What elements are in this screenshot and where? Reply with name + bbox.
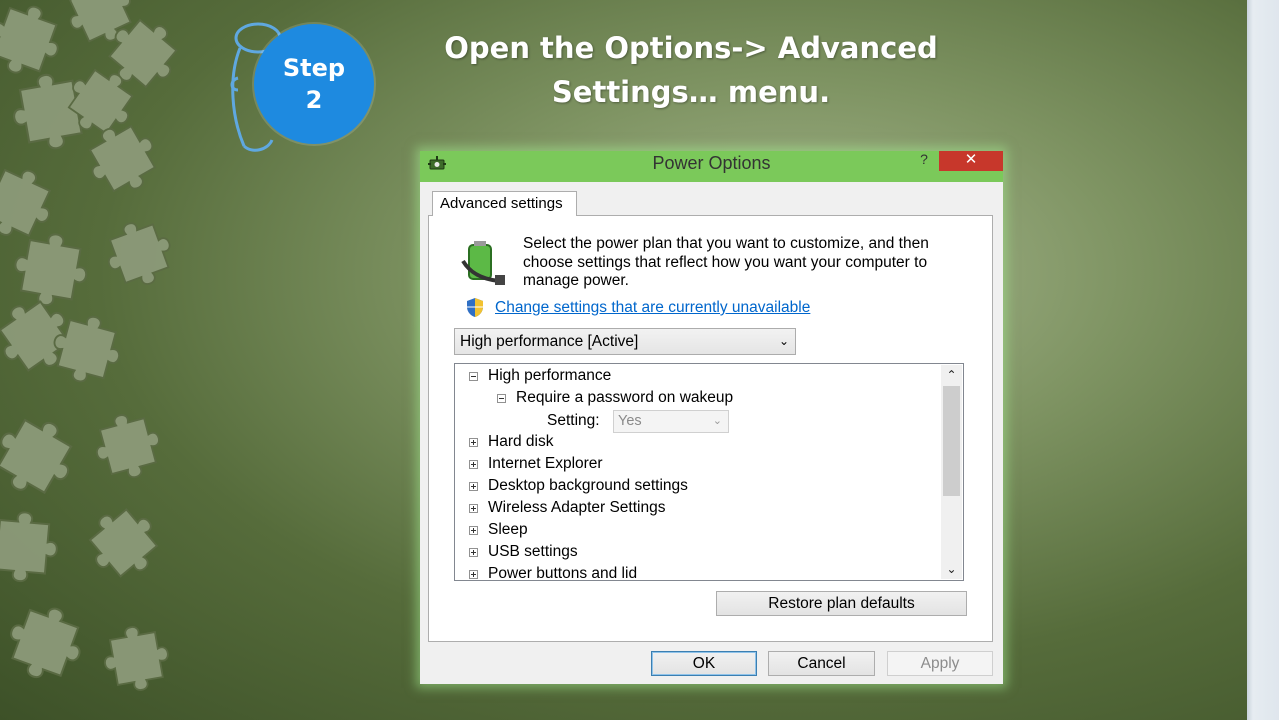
apply-button[interactable]: Apply [887, 651, 993, 676]
uac-shield-icon [467, 298, 483, 317]
setting-value: Yes [618, 413, 642, 429]
scroll-down-icon[interactable]: ⌄ [941, 559, 962, 579]
ok-button[interactable]: OK [651, 651, 757, 676]
settings-tree[interactable]: High performance Require a password on w… [454, 363, 964, 581]
dialog-titlebar[interactable]: Power Options ? ✕ [420, 151, 1003, 182]
tree-item-require-password[interactable]: Require a password on wakeup [497, 387, 733, 409]
headline-line-1: Open the Options-> Advanced [444, 31, 938, 65]
tree-item-usb-settings[interactable]: USB settings [469, 541, 578, 563]
step-badge: Step 2 [254, 24, 374, 144]
chevron-down-icon: ⌄ [712, 415, 722, 427]
setting-value-select[interactable]: Yes ⌄ [613, 410, 729, 433]
chevron-down-icon: ⌄ [778, 334, 789, 348]
slide-right-edge [1247, 0, 1279, 720]
collapse-icon[interactable] [497, 394, 506, 403]
expand-icon[interactable] [469, 482, 478, 491]
tree-item-desktop-background[interactable]: Desktop background settings [469, 475, 688, 497]
advanced-settings-page: Select the power plan that you want to c… [428, 215, 993, 642]
tree-item-label: Require a password on wakeup [516, 389, 734, 406]
tree-item-high-performance[interactable]: High performance [469, 365, 611, 387]
expand-icon[interactable] [469, 438, 478, 447]
step-number: 2 [305, 86, 323, 114]
help-button[interactable]: ? [914, 149, 934, 169]
expand-icon[interactable] [469, 526, 478, 535]
puzzle-decoration [0, 0, 191, 697]
change-settings-link[interactable]: Change settings that are currently unava… [495, 299, 810, 317]
slide-headline: Open the Options-> Advanced Settings… me… [430, 26, 952, 114]
expand-icon[interactable] [469, 570, 478, 579]
tree-scrollbar[interactable]: ⌃ ⌄ [941, 365, 962, 579]
tree-item-label: Power buttons and lid [488, 565, 638, 581]
power-plan-value: High performance [Active] [460, 333, 639, 350]
tree-item-sleep[interactable]: Sleep [469, 519, 528, 541]
tree-item-label: High performance [488, 367, 612, 384]
tree-item-wireless-adapter[interactable]: Wireless Adapter Settings [469, 497, 665, 519]
scroll-thumb[interactable] [943, 386, 960, 496]
tree-item-label: Sleep [488, 521, 528, 538]
collapse-icon[interactable] [469, 372, 478, 381]
cancel-button[interactable]: Cancel [768, 651, 875, 676]
expand-icon[interactable] [469, 548, 478, 557]
setting-label: Setting: [547, 412, 600, 429]
tree-item-label: USB settings [488, 543, 578, 560]
tree-item-power-buttons[interactable]: Power buttons and lid [469, 563, 638, 581]
step-label: Step [282, 54, 346, 82]
power-options-dialog: Power Options ? ✕ Advanced settings Sele… [420, 151, 1003, 684]
expand-icon[interactable] [469, 504, 478, 513]
tree-item-hard-disk[interactable]: Hard disk [469, 431, 553, 453]
dialog-client-area: Advanced settings Select the power plan … [420, 182, 1003, 684]
tree-item-internet-explorer[interactable]: Internet Explorer [469, 453, 603, 475]
tree-item-label: Wireless Adapter Settings [488, 499, 666, 516]
tree-item-label: Hard disk [488, 433, 554, 450]
power-plan-select[interactable]: High performance [Active] ⌄ [454, 328, 796, 355]
tree-item-label: Internet Explorer [488, 455, 603, 472]
tree-item-label: Desktop background settings [488, 477, 688, 494]
scroll-up-icon[interactable]: ⌃ [941, 365, 962, 385]
expand-icon[interactable] [469, 460, 478, 469]
intro-text: Select the power plan that you want to c… [523, 235, 929, 289]
headline-line-2: Settings… menu. [551, 75, 831, 109]
battery-plug-icon [461, 241, 505, 285]
restore-plan-defaults-button[interactable]: Restore plan defaults [716, 591, 967, 616]
close-button[interactable]: ✕ [939, 151, 1003, 171]
tab-advanced-settings[interactable]: Advanced settings [432, 191, 577, 216]
